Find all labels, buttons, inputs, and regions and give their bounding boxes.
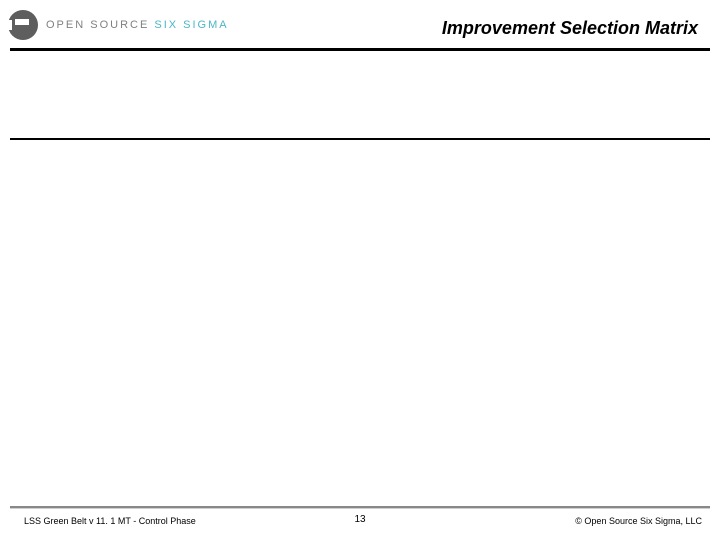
slide-title: Improvement Selection Matrix bbox=[442, 18, 698, 39]
footer-copyright: © Open Source Six Sigma, LLC bbox=[575, 516, 702, 526]
header-divider bbox=[10, 48, 710, 51]
slide-footer: LSS Green Belt v 11. 1 MT - Control Phas… bbox=[0, 506, 720, 540]
content-divider bbox=[10, 138, 710, 140]
footer-divider bbox=[10, 506, 710, 508]
brand-text: OPEN SOURCE SIX SIGMA bbox=[46, 19, 229, 31]
slide-header: OPEN SOURCE SIX SIGMA Improvement Select… bbox=[0, 0, 720, 54]
brand-logo-icon bbox=[8, 10, 38, 40]
brand-block: OPEN SOURCE SIX SIGMA bbox=[8, 10, 229, 40]
slide: OPEN SOURCE SIX SIGMA Improvement Select… bbox=[0, 0, 720, 540]
brand-accent: SIX SIGMA bbox=[154, 19, 228, 31]
brand-primary: OPEN SOURCE bbox=[46, 19, 149, 31]
